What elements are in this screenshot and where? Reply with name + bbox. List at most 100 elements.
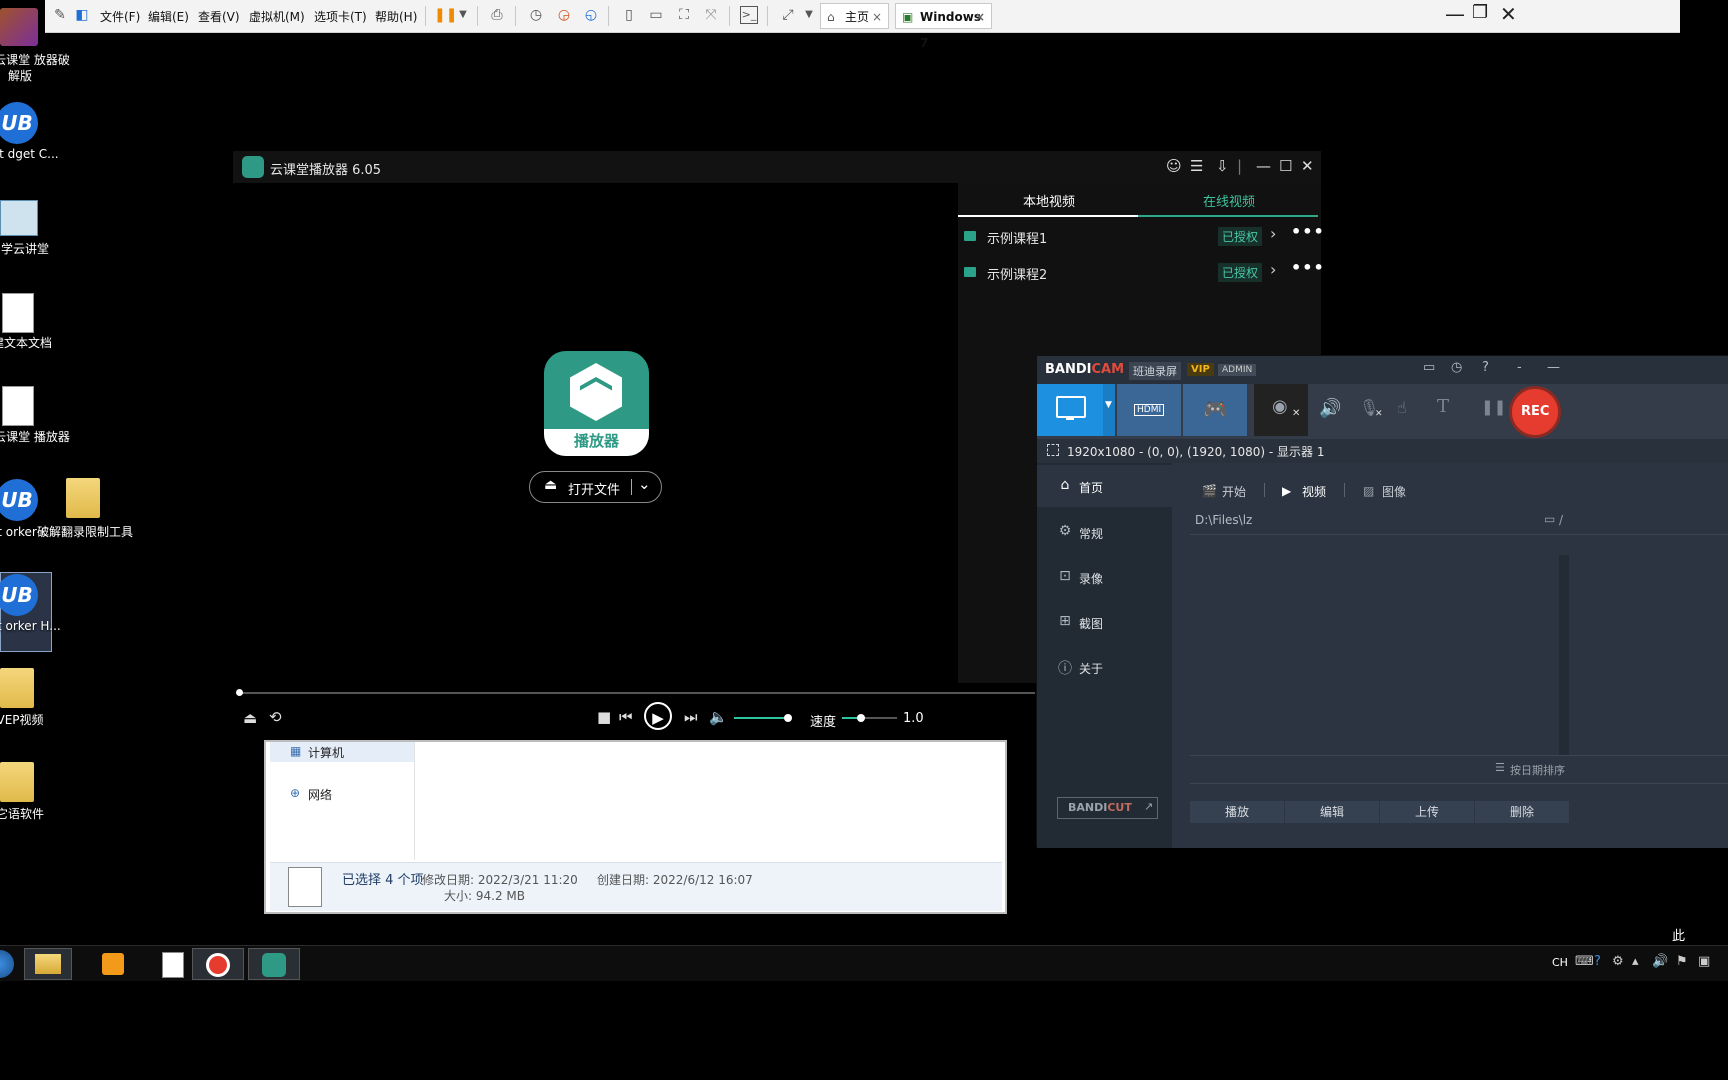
nav-item-network[interactable]: 网络: [308, 786, 332, 803]
help-icon[interactable]: ?: [1594, 954, 1601, 969]
menu-vm[interactable]: 虚拟机(M): [249, 8, 305, 25]
rec-button[interactable]: REC: [1509, 386, 1561, 438]
webcam-button[interactable]: ◉ ✕: [1254, 384, 1308, 436]
download-icon[interactable]: ⇩: [1216, 157, 1229, 175]
game-mode-button[interactable]: 🎮: [1183, 384, 1247, 436]
volume-icon[interactable]: 🔈: [709, 708, 728, 726]
snapshot-icon[interactable]: ◷: [527, 6, 545, 24]
minimize-icon[interactable]: —: [1256, 157, 1271, 175]
tab-local-video[interactable]: 本地视频: [1023, 191, 1075, 210]
minimize-icon[interactable]: —: [1445, 2, 1465, 26]
pin-icon[interactable]: ✎: [51, 6, 69, 24]
tab-home[interactable]: ⌂ 主页 ×: [820, 3, 889, 29]
taskbar-player[interactable]: [248, 948, 300, 980]
course-row[interactable]: 示例课程1 已授权 › •••: [958, 219, 1324, 255]
thumbnail-icon[interactable]: ▭: [647, 6, 665, 24]
close-icon[interactable]: ×: [872, 4, 882, 30]
user-icon[interactable]: ☺: [1166, 157, 1182, 175]
taskbar-bandicam[interactable]: [192, 948, 244, 980]
nav-item-computer[interactable]: 计算机: [308, 744, 344, 761]
chevron-down-icon[interactable]: ⌄: [638, 475, 651, 493]
stretch-icon[interactable]: ⤢: [779, 6, 797, 24]
folder-icon[interactable]: ▭: [1423, 360, 1435, 375]
winrar-icon[interactable]: [0, 8, 38, 46]
desktop-icon-label[interactable]: VEP视频: [0, 712, 70, 728]
nav-screenshot[interactable]: ⊞ 截图: [1037, 601, 1172, 643]
upload-button[interactable]: 上传: [1380, 801, 1474, 823]
menu-file[interactable]: 文件(F): [100, 8, 140, 25]
send-ctrl-alt-del-icon[interactable]: ⎙: [488, 6, 506, 24]
scrollbar[interactable]: [1559, 555, 1569, 755]
folder-icon[interactable]: [66, 478, 100, 518]
flag-icon[interactable]: ⚑: [1676, 954, 1688, 969]
eject-icon[interactable]: ⏏: [243, 709, 257, 727]
folder-icon[interactable]: ▭: [1544, 512, 1555, 526]
start-button-icon[interactable]: [0, 950, 14, 978]
volume-slider[interactable]: [734, 714, 793, 722]
nav-general[interactable]: ⚙ 常规: [1037, 511, 1172, 553]
revert-snapshot-icon[interactable]: ◶: [555, 6, 573, 24]
close-icon[interactable]: ✕: [1301, 157, 1314, 175]
hdmi-mode-button[interactable]: HDMI: [1117, 384, 1181, 436]
text-overlay-icon[interactable]: T: [1437, 396, 1449, 417]
loop-icon[interactable]: ⟲: [269, 708, 282, 726]
taskbar-media-player[interactable]: [90, 948, 138, 980]
volume-knob[interactable]: [784, 714, 793, 722]
desktop-icon-label[interactable]: 破解翻录限制工具: [35, 524, 135, 540]
pause-dropdown-icon[interactable]: ▼: [454, 6, 472, 24]
uibot-icon[interactable]: UB: [0, 479, 38, 521]
next-icon[interactable]: ⏭: [684, 708, 698, 726]
folder-icon[interactable]: [0, 762, 34, 802]
pause-icon[interactable]: ❚❚: [434, 6, 457, 24]
minimize-icon[interactable]: -: [1517, 360, 1522, 375]
pause-icon[interactable]: ❚❚: [1481, 398, 1506, 416]
more-icon[interactable]: •••: [1291, 222, 1325, 241]
cursor-effect-icon[interactable]: ☝: [1397, 398, 1407, 417]
sort-by-date[interactable]: 按日期排序: [1510, 762, 1565, 778]
previous-icon[interactable]: ⏮: [619, 708, 633, 726]
desktop-icon-label[interactable]: 它语软件: [0, 806, 70, 822]
edit-button[interactable]: 编辑: [1285, 801, 1379, 823]
desktop-icon-label[interactable]: 蜜蜂云课堂 播放器: [0, 429, 70, 445]
subtab-start[interactable]: 开始: [1222, 483, 1246, 500]
seek-bar[interactable]: [236, 689, 1035, 696]
nav-video[interactable]: ⊡ 录像: [1037, 556, 1172, 598]
keyboard-icon[interactable]: ⌨: [1575, 954, 1594, 969]
snapshot-manager-icon[interactable]: ◵: [582, 6, 600, 24]
close-icon[interactable]: —: [1547, 360, 1560, 375]
text-document-icon[interactable]: [2, 293, 34, 333]
bandicut-button[interactable]: BANDICUT ↗: [1057, 797, 1158, 819]
speed-slider[interactable]: [842, 714, 897, 722]
course-row[interactable]: 示例课程2 已授权 › •••: [958, 255, 1324, 291]
delete-button[interactable]: 删除: [1475, 801, 1569, 823]
desktop-icon-label[interactable]: UiBot dget C...: [0, 146, 65, 162]
nav-home[interactable]: ⌂ 首页: [1037, 465, 1172, 507]
seek-knob[interactable]: [236, 689, 243, 696]
more-icon[interactable]: •••: [1291, 258, 1325, 277]
desktop-icon-label[interactable]: 学云讲堂: [0, 241, 75, 257]
menu-help[interactable]: 帮助(H): [375, 8, 417, 25]
desktop-icon-label[interactable]: UiBot orker H...: [0, 618, 65, 634]
tab-windows7[interactable]: ▣ Windows 7 ×: [895, 3, 992, 50]
stretch-dropdown-icon[interactable]: ▼: [800, 6, 818, 24]
chevron-right-icon[interactable]: ›: [1270, 260, 1276, 279]
unity-icon[interactable]: ⤧: [702, 6, 720, 24]
menu-edit[interactable]: 编辑(E): [148, 8, 189, 25]
help-icon[interactable]: ?: [1482, 360, 1489, 375]
open-file-button[interactable]: ⏏ 打开文件 ⌄: [529, 471, 662, 503]
play-icon[interactable]: ▶: [644, 702, 672, 730]
console-icon[interactable]: >_: [740, 6, 758, 24]
menu-view[interactable]: 查看(V): [198, 8, 240, 25]
taskbar-explorer[interactable]: [24, 948, 72, 980]
network-icon[interactable]: ▣: [1698, 954, 1710, 969]
settings-icon[interactable]: ⚙: [1612, 954, 1624, 969]
volume-icon[interactable]: 🔊: [1652, 954, 1668, 969]
sidebar-toggle-icon[interactable]: ▯: [620, 6, 638, 24]
input-language[interactable]: CH: [1552, 956, 1568, 969]
player-shortcut-icon[interactable]: [2, 386, 34, 426]
screen-mode-dropdown[interactable]: ▼: [1103, 384, 1115, 436]
speed-knob[interactable]: [857, 714, 866, 722]
menu-tabs[interactable]: 选项卡(T): [314, 8, 367, 25]
folder-icon[interactable]: [0, 668, 34, 708]
speaker-icon[interactable]: 🔊: [1319, 398, 1341, 419]
